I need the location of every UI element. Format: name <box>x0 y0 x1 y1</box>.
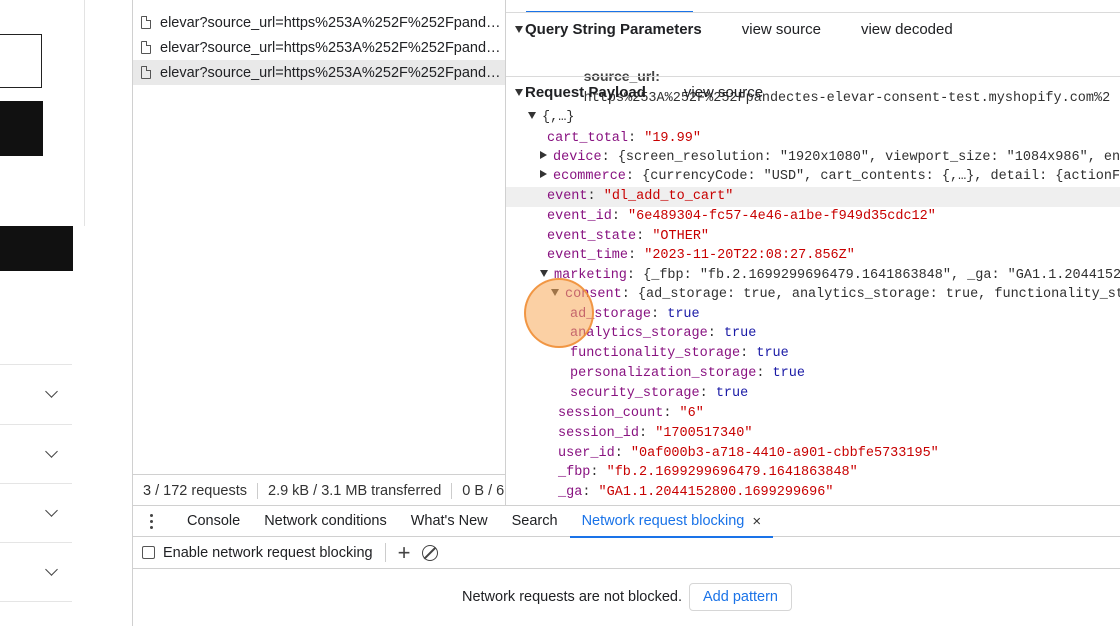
payload-row[interactable]: cart_total: "19.99" <box>547 129 701 149</box>
payload-title: Request Payload <box>525 83 646 101</box>
payload-row[interactable]: ad_storage: true <box>570 305 700 325</box>
tab-console[interactable]: Console <box>175 506 252 537</box>
request-name: elevar?source_url=https%253A%252F%252Fpa… <box>160 64 501 81</box>
triangle-right-icon <box>540 170 547 178</box>
payload-row[interactable]: consent: {ad_storage: true, analytics_st… <box>551 285 1120 305</box>
close-icon[interactable]: × <box>752 513 761 530</box>
payload-row[interactable]: _fbp: "fb.2.1699299696479.1641863848" <box>558 463 858 483</box>
transferred-size: 2.9 kB / 3.1 MB transferred <box>258 482 453 499</box>
payload-row[interactable]: event_id: "6e489304-fc57-4e46-a1be-f949d… <box>547 207 936 227</box>
toolbar-divider <box>384 543 386 562</box>
page-accordion-item[interactable] <box>0 542 72 601</box>
payload-row[interactable]: personalization_storage: true <box>570 364 805 384</box>
request-name: elevar?source_url=https%253A%252F%252Fpa… <box>160 39 501 56</box>
chevron-down-icon <box>45 563 58 576</box>
kebab-menu-icon[interactable] <box>141 512 161 530</box>
page-divider <box>84 0 85 226</box>
page-accordion-item[interactable] <box>0 483 72 542</box>
triangle-down-icon <box>551 289 559 296</box>
request-row[interactable]: elevar?source_url=https%253A%252F%252Fpa… <box>133 10 505 35</box>
view-source-link[interactable]: view source <box>742 21 821 38</box>
page-add-to-cart-button[interactable] <box>0 226 73 271</box>
payload-row[interactable]: device: {screen_resolution: "1920x1080",… <box>540 148 1120 168</box>
blocking-empty-state: Network requests are not blocked. Add pa… <box>133 568 1120 626</box>
view-decoded-link[interactable]: view decoded <box>861 21 953 38</box>
chevron-down-icon <box>45 504 58 517</box>
blocking-toolbar: Enable network request blocking + <box>133 537 1120 569</box>
payload-row[interactable]: _ga: "GA1.1.2044152800.1699299696" <box>558 483 833 503</box>
triangle-down-icon <box>540 270 548 277</box>
file-icon <box>141 41 151 54</box>
request-name: elevar?source_url=https%253A%252F%252Fpa… <box>160 14 501 31</box>
payload-row[interactable]: event_state: "OTHER" <box>547 227 709 247</box>
chevron-down-icon <box>45 385 58 398</box>
page-input-box[interactable] <box>0 34 42 88</box>
page-black-button[interactable] <box>0 101 43 156</box>
drawer-tab-bar: Console Network conditions What's New Se… <box>133 505 1120 538</box>
file-icon <box>141 16 151 29</box>
request-details-pane: Query String Parameters view source view… <box>506 0 1120 505</box>
page-accordion-item <box>0 601 72 627</box>
payload-row[interactable]: security_storage: true <box>570 384 748 404</box>
payload-header[interactable]: Request Payload view source <box>506 79 1120 105</box>
query-params-header[interactable]: Query String Parameters view source view… <box>506 16 1120 42</box>
request-row-selected[interactable]: elevar?source_url=https%253A%252F%252Fpa… <box>133 60 505 85</box>
triangle-down-icon <box>515 88 523 96</box>
page-accordion-item[interactable] <box>0 424 72 483</box>
chevron-down-icon <box>45 445 58 458</box>
payload-view-source-link[interactable]: view source <box>684 84 763 101</box>
tab-search[interactable]: Search <box>500 506 570 537</box>
payload-row[interactable]: analytics_storage: true <box>570 324 756 344</box>
page-content-area <box>0 0 132 626</box>
network-status-bar: 3 / 172 requests 2.9 kB / 3.1 MB transfe… <box>133 474 505 506</box>
payload-row-hovered[interactable]: event: "dl_add_to_cart" <box>506 187 1120 207</box>
payload-row[interactable]: functionality_storage: true <box>570 344 789 364</box>
payload-row[interactable]: event_time: "2023-11-20T22:08:27.856Z" <box>547 246 855 266</box>
tab-label: Network request blocking <box>581 513 745 529</box>
block-icon[interactable] <box>422 544 439 561</box>
payload-row[interactable]: session_id: "1700517340" <box>558 424 752 444</box>
enable-blocking-checkbox[interactable] <box>142 546 155 559</box>
add-pattern-button[interactable]: Add pattern <box>689 583 792 611</box>
triangle-down-icon <box>515 25 523 33</box>
payload-row[interactable]: user_id: "0af000b3-a718-4410-a901-cbbfe5… <box>558 444 939 464</box>
tab-network-request-blocking[interactable]: Network request blocking × <box>569 505 774 538</box>
file-icon <box>141 66 151 79</box>
request-count: 3 / 172 requests <box>133 482 258 499</box>
payload-row[interactable]: marketing: {_fbp: "fb.2.1699299696479.16… <box>540 266 1120 286</box>
page-accordion-item[interactable] <box>0 364 72 423</box>
payload-row[interactable]: ecommerce: {currencyCode: "USD", cart_co… <box>540 167 1120 187</box>
triangle-right-icon <box>540 151 547 159</box>
enable-blocking-label[interactable]: Enable network request blocking <box>163 545 373 561</box>
payload-row[interactable]: session_count: "6" <box>558 404 704 424</box>
tab-whats-new[interactable]: What's New <box>399 506 500 537</box>
query-params-title: Query String Parameters <box>525 20 702 38</box>
payload-root[interactable]: {,…} <box>528 108 574 128</box>
tab-network-conditions[interactable]: Network conditions <box>252 506 399 537</box>
add-icon[interactable]: + <box>398 541 411 563</box>
divider <box>506 12 1120 13</box>
devtools-panel: elevar?source_url=https%253A%252F%252Fpa… <box>132 0 1120 626</box>
triangle-down-icon <box>528 112 536 119</box>
resources-size: 0 B / 6 <box>462 482 505 499</box>
divider <box>506 76 1120 77</box>
empty-message: Network requests are not blocked. <box>461 589 683 605</box>
request-list: elevar?source_url=https%253A%252F%252Fpa… <box>133 0 506 505</box>
query-param-row[interactable]: source_url: https%253A%252F%252Fpandecte… <box>535 47 1111 106</box>
request-row[interactable]: elevar?source_url=https%253A%252F%252Fpa… <box>133 35 505 60</box>
